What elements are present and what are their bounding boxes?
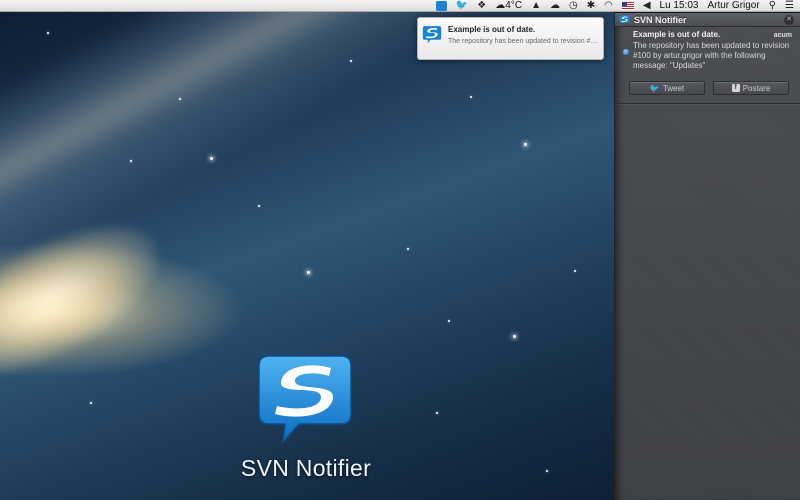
star	[47, 32, 49, 34]
banner-body: The repository has been updated to revis…	[448, 38, 598, 45]
close-icon[interactable]: ✕	[784, 15, 794, 25]
star	[524, 143, 527, 146]
wifi-icon[interactable]: ◠	[604, 0, 613, 12]
desktop-wallpaper: SVN Notifier	[0, 0, 614, 500]
star	[307, 271, 310, 274]
notification-center-icon[interactable]: ☰	[785, 0, 794, 12]
star	[210, 157, 213, 160]
star	[407, 248, 409, 250]
star	[130, 160, 132, 162]
star	[350, 60, 352, 62]
star	[436, 412, 438, 414]
banner-title: Example is out of date.	[448, 25, 536, 34]
star	[90, 402, 92, 404]
twitter-bird-icon: 🐦	[649, 83, 660, 93]
star	[448, 320, 450, 322]
star	[546, 470, 548, 472]
volume-icon[interactable]: ◀	[643, 0, 651, 12]
facebook-post-button[interactable]: f Postare	[713, 81, 789, 95]
svn-notifier-logo	[258, 355, 352, 444]
notification-center-app-header: SVN Notifier ✕	[615, 13, 800, 27]
svn-notifier-app-icon	[619, 14, 630, 25]
weather-temperature: 4°C	[505, 0, 523, 11]
cloud-icon: ☁	[495, 0, 506, 11]
notification-center-app-name: SVN Notifier	[634, 14, 687, 25]
app-logo-caption: SVN Notifier	[240, 455, 372, 481]
facebook-icon: f	[731, 84, 740, 92]
star	[513, 335, 516, 338]
notification-body: The repository has been updated to revis…	[633, 41, 790, 70]
share-buttons: 🐦 Tweet f Postare	[629, 81, 789, 95]
svn-notifier-app-icon	[422, 26, 442, 44]
time-machine-icon[interactable]: ◷	[569, 0, 578, 12]
spotlight-search-icon[interactable]: ⚲	[769, 0, 776, 12]
tweet-button-label: Tweet	[662, 83, 685, 93]
tweet-button[interactable]: 🐦 Tweet	[629, 81, 705, 95]
dropbox-icon[interactable]: ❖	[477, 0, 486, 12]
notification-title: Example is out of date.	[633, 30, 721, 39]
svn-notifier-menu-icon[interactable]	[435, 0, 447, 12]
star	[470, 96, 472, 98]
unread-indicator-dot	[623, 49, 629, 55]
notification-time: acum	[773, 32, 792, 39]
post-button-label: Postare	[742, 83, 771, 93]
notification-banner[interactable]: Example is out of date. The repository h…	[417, 17, 604, 60]
menu-clock[interactable]: Lu 15:03	[660, 0, 699, 12]
divider	[615, 103, 800, 104]
bluetooth-icon[interactable]: ✱	[587, 0, 595, 12]
twitter-icon[interactable]: 🐦	[456, 0, 468, 12]
star	[574, 270, 576, 272]
weather-widget[interactable]: ☁ 4°C	[495, 0, 522, 12]
notification-item[interactable]: Example is out of date. acum The reposit…	[615, 27, 800, 71]
hat-icon[interactable]: ▲	[531, 0, 541, 12]
notification-center-panel: SVN Notifier ✕ Example is out of date. a…	[614, 13, 800, 500]
input-source-flag-icon[interactable]	[621, 0, 634, 12]
user-menu[interactable]: Artur Grigor	[707, 0, 759, 12]
star	[179, 98, 181, 100]
menu-bar: 🐦 ❖ ☁ 4°C ▲ ☁ ◷ ✱ ◠ ◀ Lu 15:03 Artur Gri…	[0, 0, 800, 12]
cloud-sync-icon[interactable]: ☁	[550, 0, 560, 12]
star	[258, 205, 260, 207]
